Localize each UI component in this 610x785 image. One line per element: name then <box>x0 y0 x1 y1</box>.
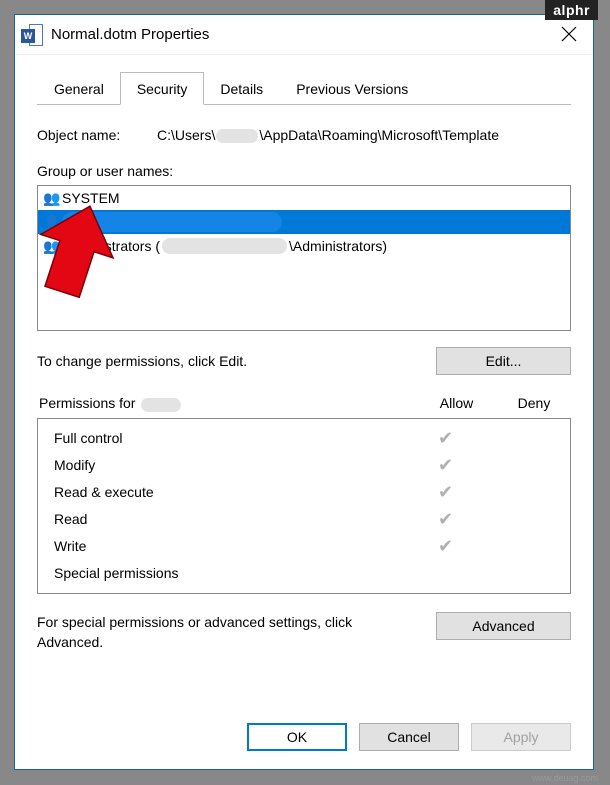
redacted-selected-user <box>62 212 282 232</box>
window-title: Normal.dotm Properties <box>51 26 553 43</box>
path-prefix: C:\Users\ <box>157 127 215 143</box>
tab-previous-versions[interactable]: Previous Versions <box>279 72 425 105</box>
close-button[interactable] <box>553 18 585 52</box>
admins-suffix: \Administrators) <box>289 238 387 254</box>
perm-row: Read & execute ✔ <box>50 479 558 506</box>
tab-details[interactable]: Details <box>203 72 280 105</box>
group-user-label: Group or user names: <box>37 163 571 179</box>
perm-row: Read ✔ <box>50 506 558 533</box>
check-icon: ✔ <box>403 482 488 503</box>
edit-hint: To change permissions, click Edit. <box>37 353 436 369</box>
list-item-system[interactable]: 👥 SYSTEM <box>38 186 570 210</box>
close-icon <box>561 26 577 42</box>
alphr-watermark: alphr <box>545 0 598 20</box>
title-bar: W Normal.dotm Properties <box>15 15 593 55</box>
content-area: General Security Details Previous Versio… <box>15 55 593 711</box>
perm-name: Full control <box>50 430 403 446</box>
redacted-machine-name <box>162 238 287 254</box>
apply-button[interactable]: Apply <box>471 723 571 751</box>
object-name-row: Object name: C:\Users\ \AppData\Roaming\M… <box>37 127 571 143</box>
perm-name: Read & execute <box>50 484 403 500</box>
perm-name: Read <box>50 511 403 527</box>
deny-header: Deny <box>499 395 569 411</box>
check-icon: ✔ <box>403 509 488 530</box>
check-icon: ✔ <box>403 536 488 557</box>
redacted-perm-user <box>141 398 181 412</box>
permissions-list: Full control ✔ Modify ✔ Read & execute ✔… <box>37 418 571 594</box>
perm-row: Special permissions <box>50 560 558 587</box>
redacted-username <box>216 129 258 143</box>
attribution-text: www.deuag.com <box>532 773 598 783</box>
advanced-row: For special permissions or advanced sett… <box>37 612 571 653</box>
word-doc-icon: W <box>21 24 43 46</box>
advanced-button[interactable]: Advanced <box>436 612 571 640</box>
ok-button[interactable]: OK <box>247 723 347 751</box>
users-icon: 👥 <box>42 190 62 207</box>
tab-security[interactable]: Security <box>120 72 205 105</box>
list-item-current-user[interactable]: 👤 <box>38 210 570 234</box>
properties-dialog: W Normal.dotm Properties General Securit… <box>14 14 594 770</box>
list-label-system: SYSTEM <box>62 190 120 206</box>
list-item-administrators[interactable]: 👥 Administrators ( \Administrators) <box>38 234 570 258</box>
perm-row: Full control ✔ <box>50 425 558 452</box>
perm-row: Write ✔ <box>50 533 558 560</box>
allow-header: Allow <box>414 395 499 411</box>
check-icon: ✔ <box>403 455 488 476</box>
check-icon: ✔ <box>403 428 488 449</box>
object-name-label: Object name: <box>37 127 157 143</box>
users-icon: 👥 <box>42 238 62 255</box>
user-icon: 👤 <box>42 214 62 231</box>
permissions-for-label: Permissions for <box>39 395 414 411</box>
path-suffix: \AppData\Roaming\Microsoft\Template <box>259 127 499 143</box>
cancel-button[interactable]: Cancel <box>359 723 459 751</box>
edit-button[interactable]: Edit... <box>436 347 571 375</box>
user-listbox[interactable]: 👥 SYSTEM 👤 👥 Administrators ( \Administra… <box>37 185 571 331</box>
security-tab-body: Object name: C:\Users\ \AppData\Roaming\M… <box>37 105 571 652</box>
advanced-hint: For special permissions or advanced sett… <box>37 612 436 653</box>
tab-general[interactable]: General <box>37 72 121 105</box>
perm-row: Modify ✔ <box>50 452 558 479</box>
perm-name: Modify <box>50 457 403 473</box>
admins-prefix: Administrators ( <box>62 238 160 254</box>
perm-name: Special permissions <box>50 565 403 581</box>
perm-name: Write <box>50 538 403 554</box>
tab-strip: General Security Details Previous Versio… <box>37 71 571 105</box>
edit-row: To change permissions, click Edit. Edit.… <box>37 347 571 375</box>
dialog-buttons: OK Cancel Apply <box>15 711 593 769</box>
permissions-header: Permissions for Allow Deny <box>37 395 571 417</box>
object-path: C:\Users\ \AppData\Roaming\Microsoft\Temp… <box>157 127 571 143</box>
